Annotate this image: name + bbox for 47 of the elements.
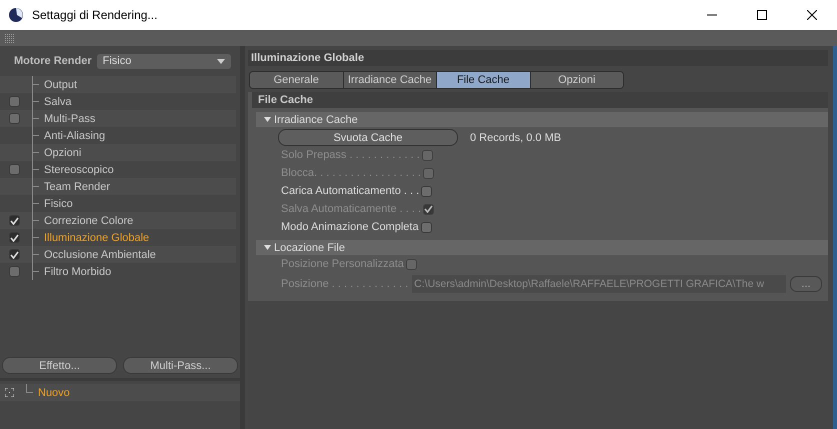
- renderer-dropdown[interactable]: Fisico: [96, 54, 231, 68]
- window-title: Settaggi di Rendering...: [32, 8, 158, 22]
- sidebar-item[interactable]: Filtro Morbido: [44, 266, 112, 278]
- group-title: File Cache: [252, 92, 828, 108]
- checkbox[interactable]: [8, 113, 20, 124]
- effect-button[interactable]: Multi-Pass...: [123, 357, 238, 374]
- tab[interactable]: Opzioni: [530, 72, 623, 88]
- expand-arrow-icon[interactable]: [264, 117, 271, 122]
- sidebar-item[interactable]: Opzioni: [44, 146, 82, 158]
- renderer-label: Motore Render: [14, 55, 92, 67]
- focus-icon[interactable]: [5, 388, 14, 397]
- sidebar-item[interactable]: Salva: [44, 96, 72, 108]
- option-label: Salva Automaticamente . . . .: [281, 203, 422, 215]
- sidebar-item[interactable]: Anti-Aliasing: [44, 130, 106, 142]
- sidebar-item[interactable]: Output: [44, 78, 78, 90]
- option-label: Modo Animazione Completa: [281, 221, 419, 233]
- option-label: Posizione Personalizzata: [281, 258, 404, 270]
- panel-title: Illuminazione Globale: [248, 50, 828, 66]
- tab[interactable]: Irradiance Cache: [344, 72, 437, 88]
- checkbox[interactable]: [8, 266, 20, 277]
- option-label: Carica Automaticamento . . .: [281, 185, 420, 197]
- preset-item[interactable]: Nuovo: [38, 386, 70, 398]
- section-header[interactable]: Locazione File: [256, 240, 828, 255]
- option-label: Blocca. . . . . . . . . . . . . . . . . .: [281, 167, 421, 179]
- sidebar-item[interactable]: Fisico: [44, 198, 73, 210]
- checkbox[interactable]: [8, 232, 20, 243]
- checkbox[interactable]: [8, 164, 20, 175]
- checkbox[interactable]: [8, 215, 20, 226]
- checkbox[interactable]: [8, 96, 20, 107]
- sidebar-item[interactable]: Team Render: [44, 180, 110, 192]
- app-logo-icon: [8, 7, 24, 23]
- section-header[interactable]: Irradiance Cache: [256, 112, 828, 127]
- expand-arrow-icon[interactable]: [264, 245, 271, 250]
- tab[interactable]: File Cache: [437, 72, 530, 88]
- checkbox[interactable]: [420, 222, 432, 232]
- clear-cache-button[interactable]: Svuota Cache: [278, 129, 458, 146]
- option-label: Solo Prepass . . . . . . . . . . . .: [281, 149, 420, 161]
- cache-info: 0 Records, 0.0 MB: [470, 132, 562, 144]
- path-label: Posizione . . . . . . . . . . . . .: [281, 278, 408, 290]
- checkbox[interactable]: [421, 186, 432, 196]
- sidebar-item[interactable]: Illuminazione Globale: [44, 232, 150, 244]
- dropdown-arrow-icon[interactable]: [216, 58, 225, 64]
- effect-button[interactable]: Effetto...: [2, 357, 117, 374]
- tab[interactable]: Generale: [250, 72, 344, 88]
- sidebar-item[interactable]: Multi-Pass: [44, 112, 96, 124]
- checkbox[interactable]: [8, 249, 20, 260]
- sidebar-item[interactable]: Stereoscopico: [44, 164, 114, 176]
